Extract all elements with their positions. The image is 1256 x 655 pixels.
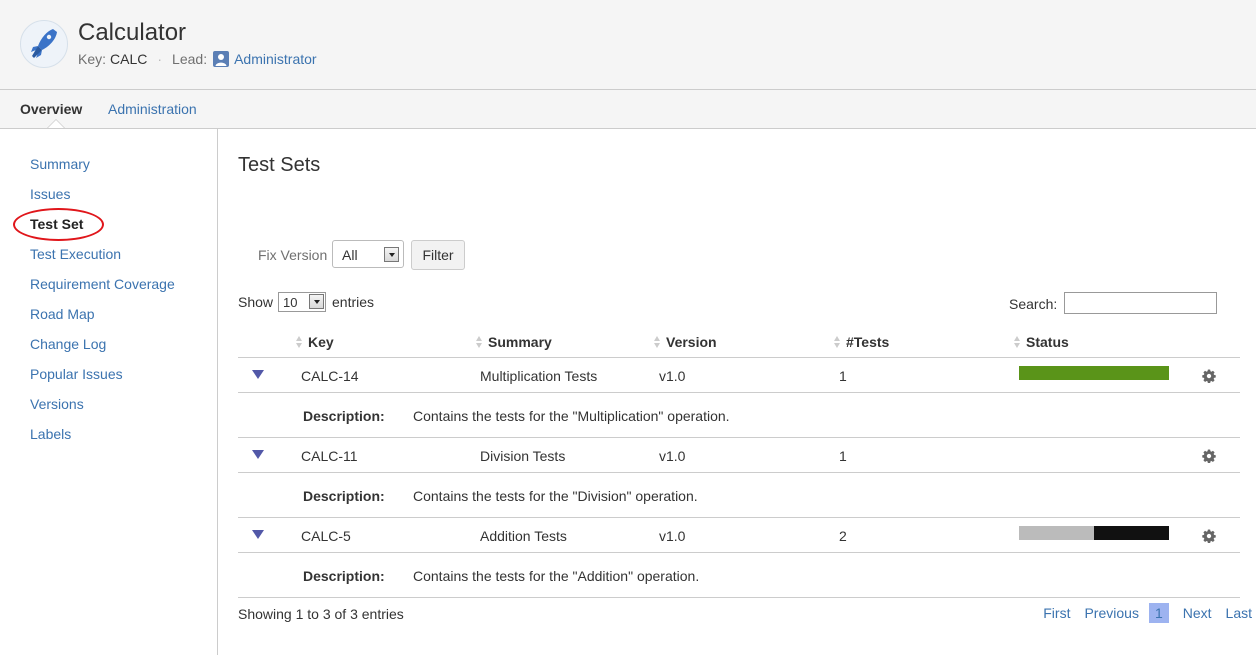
table-header: Key Summary Version #Tests Status [238, 329, 1240, 358]
status-progress-bar [1019, 526, 1169, 540]
sort-icon [296, 336, 303, 348]
project-title: Calculator [78, 19, 187, 46]
description-label: Description: [303, 408, 385, 424]
dropdown-arrow-icon [309, 294, 324, 309]
pagination-current-page[interactable]: 1 [1148, 603, 1169, 623]
table-row: CALC-11 Division Tests v1.0 1 [238, 438, 1240, 473]
page-title: Test Sets [238, 154, 321, 176]
gear-icon[interactable] [1202, 529, 1216, 543]
rocket-icon [31, 29, 57, 58]
sidebar-item-road-map[interactable]: Road Map [30, 306, 95, 322]
key-label: Key: [78, 51, 107, 67]
expand-triangle-icon[interactable] [252, 450, 264, 459]
project-nav: Overview Administration [0, 90, 1256, 129]
sidebar-item-summary[interactable]: Summary [30, 156, 90, 172]
version-cell: v1.0 [659, 448, 686, 464]
table-info: Showing 1 to 3 of 3 entries [238, 606, 404, 622]
column-header-summary[interactable]: Summary [476, 334, 552, 350]
lead-label: Lead: [172, 51, 208, 67]
expand-triangle-icon[interactable] [252, 370, 264, 379]
table-row: CALC-5 Addition Tests v1.0 2 [238, 518, 1240, 553]
column-header-key[interactable]: Key [296, 334, 334, 350]
dropdown-arrow-icon [384, 247, 399, 262]
entries-label: entries [332, 294, 375, 310]
active-tab-caret [48, 120, 64, 128]
search-label: Search: [1009, 296, 1058, 312]
sort-icon [654, 336, 661, 348]
gear-icon[interactable] [1202, 369, 1216, 383]
summary-cell: Addition Tests [480, 528, 567, 544]
tab-administration[interactable]: Administration [108, 101, 197, 117]
sort-icon [1014, 336, 1021, 348]
sidebar-item-requirement-coverage[interactable]: Requirement Coverage [30, 276, 175, 292]
project-key: CALC [110, 51, 148, 67]
expand-triangle-icon[interactable] [252, 530, 264, 539]
project-meta: Key: CALC · Lead: Administrator [78, 51, 317, 67]
test-sets-table: Key Summary Version #Tests Status CALC-1… [238, 329, 1240, 598]
sort-icon [476, 336, 483, 348]
sidebar-item-test-execution[interactable]: Test Execution [30, 246, 121, 262]
description-row: Description: Contains the tests for the … [238, 473, 1240, 518]
column-header-tests[interactable]: #Tests [834, 334, 889, 350]
project-header: Calculator Key: CALC · Lead: Administrat… [0, 0, 1256, 90]
pagination-last[interactable]: Last [1226, 605, 1252, 621]
user-avatar-icon [213, 51, 230, 67]
sidebar: Summary Issues Test Set Test Execution R… [0, 129, 218, 655]
version-cell: v1.0 [659, 368, 686, 384]
pagination: First Previous 1 Next Last [1029, 603, 1252, 623]
status-segment [1019, 526, 1094, 540]
description-row: Description: Contains the tests for the … [238, 393, 1240, 438]
column-header-version[interactable]: Version [654, 334, 717, 350]
main-content: Test Sets Fix Version All Filter Show 10… [218, 129, 1256, 655]
description-label: Description: [303, 488, 385, 504]
description-text: Contains the tests for the "Addition" op… [413, 568, 700, 584]
fix-version-label: Fix Version [258, 247, 328, 263]
project-avatar[interactable] [20, 20, 68, 68]
summary-cell: Multiplication Tests [480, 368, 598, 384]
filter-button[interactable]: Filter [411, 240, 465, 270]
table-row: CALC-14 Multiplication Tests v1.0 1 [238, 358, 1240, 393]
fix-version-value: All [342, 247, 358, 263]
issue-key-link[interactable]: CALC-5 [301, 528, 351, 544]
search-input[interactable] [1064, 292, 1217, 314]
sort-icon [834, 336, 841, 348]
tests-count-cell: 1 [839, 448, 847, 464]
meta-separator: · [157, 51, 163, 67]
sidebar-item-change-log[interactable]: Change Log [30, 336, 106, 352]
status-progress-bar [1019, 446, 1169, 460]
gear-icon[interactable] [1202, 449, 1216, 463]
entries-select[interactable]: 10 [278, 292, 326, 312]
sidebar-item-versions[interactable]: Versions [30, 396, 84, 412]
description-label: Description: [303, 568, 385, 584]
status-progress-bar [1019, 366, 1169, 380]
description-text: Contains the tests for the "Division" op… [413, 488, 698, 504]
pagination-first[interactable]: First [1043, 605, 1070, 621]
description-text: Contains the tests for the "Multiplicati… [413, 408, 730, 424]
status-segment [1094, 526, 1169, 540]
entries-value: 10 [283, 295, 298, 310]
tests-count-cell: 2 [839, 528, 847, 544]
sidebar-item-issues[interactable]: Issues [30, 186, 70, 202]
tests-count-cell: 1 [839, 368, 847, 384]
pagination-next[interactable]: Next [1183, 605, 1212, 621]
column-header-status[interactable]: Status [1014, 334, 1069, 350]
show-label: Show [238, 294, 274, 310]
tab-overview[interactable]: Overview [20, 101, 82, 117]
version-cell: v1.0 [659, 528, 686, 544]
sidebar-item-labels[interactable]: Labels [30, 426, 71, 442]
issue-key-link[interactable]: CALC-14 [301, 368, 359, 384]
pagination-previous[interactable]: Previous [1084, 605, 1138, 621]
sidebar-item-popular-issues[interactable]: Popular Issues [30, 366, 123, 382]
description-row: Description: Contains the tests for the … [238, 553, 1240, 598]
summary-cell: Division Tests [480, 448, 566, 464]
fix-version-select[interactable]: All [332, 240, 404, 268]
highlight-circle [13, 208, 104, 241]
lead-link[interactable]: Administrator [234, 51, 316, 67]
issue-key-link[interactable]: CALC-11 [301, 448, 358, 464]
status-segment [1019, 366, 1169, 380]
